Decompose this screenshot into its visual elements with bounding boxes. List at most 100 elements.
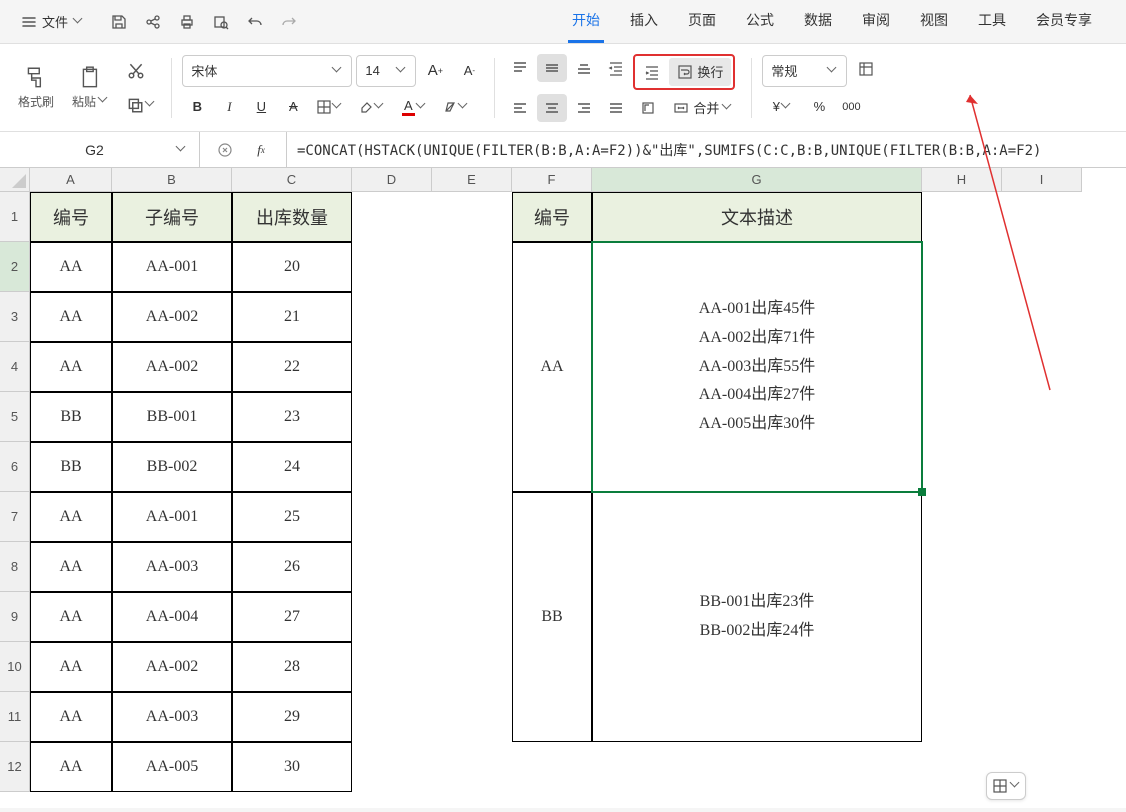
tab-member[interactable]: 会员专享: [1032, 0, 1096, 43]
percent-button[interactable]: %: [804, 93, 834, 121]
row-header-4[interactable]: 4: [0, 342, 30, 392]
cell-G1[interactable]: 文本描述: [592, 192, 922, 242]
merge-cells-button[interactable]: 合并: [665, 94, 741, 122]
orientation-button[interactable]: [633, 94, 663, 122]
cell-C5[interactable]: 23: [232, 392, 352, 442]
cell-A4[interactable]: AA: [30, 342, 112, 392]
copy-button[interactable]: [121, 91, 161, 119]
cell-F2[interactable]: AA: [512, 242, 592, 492]
tab-page[interactable]: 页面: [684, 0, 720, 43]
cell-B8[interactable]: AA-003: [112, 542, 232, 592]
align-bottom-button[interactable]: [569, 54, 599, 82]
row-header-12[interactable]: 12: [0, 742, 30, 792]
strikethrough-button[interactable]: A: [278, 93, 308, 121]
border-button[interactable]: [310, 93, 350, 121]
column-header-G[interactable]: G: [592, 168, 922, 192]
fill-handle[interactable]: [918, 488, 926, 496]
row-header-2[interactable]: 2: [0, 242, 30, 292]
cell-A9[interactable]: AA: [30, 592, 112, 642]
cell-A2[interactable]: AA: [30, 242, 112, 292]
align-middle-button[interactable]: [537, 54, 567, 82]
font-name-select[interactable]: 宋体: [182, 55, 352, 87]
column-header-F[interactable]: F: [512, 168, 592, 192]
cell-A11[interactable]: AA: [30, 692, 112, 742]
cell-B3[interactable]: AA-002: [112, 292, 232, 342]
row-header-9[interactable]: 9: [0, 592, 30, 642]
spreadsheet-grid[interactable]: ABCDEFGHI 123456789101112 编号子编号出库数量AAAA-…: [0, 168, 1126, 808]
cell-A8[interactable]: AA: [30, 542, 112, 592]
cell-B10[interactable]: AA-002: [112, 642, 232, 692]
cell-A1[interactable]: 编号: [30, 192, 112, 242]
cell-B9[interactable]: AA-004: [112, 592, 232, 642]
cell-C8[interactable]: 26: [232, 542, 352, 592]
comma-style-button[interactable]: 000: [836, 93, 866, 121]
column-header-E[interactable]: E: [432, 168, 512, 192]
clear-format-button[interactable]: [436, 93, 476, 121]
align-left-button[interactable]: [505, 94, 535, 122]
tab-start[interactable]: 开始: [568, 0, 604, 43]
column-header-C[interactable]: C: [232, 168, 352, 192]
cell-B1[interactable]: 子编号: [112, 192, 232, 242]
cell-A6[interactable]: BB: [30, 442, 112, 492]
cell-F7[interactable]: BB: [512, 492, 592, 742]
row-header-3[interactable]: 3: [0, 292, 30, 342]
cell-C9[interactable]: 27: [232, 592, 352, 642]
cell-A12[interactable]: AA: [30, 742, 112, 792]
currency-button[interactable]: ¥: [762, 93, 802, 121]
align-right-button[interactable]: [569, 94, 599, 122]
cell-A5[interactable]: BB: [30, 392, 112, 442]
cell-C11[interactable]: 29: [232, 692, 352, 742]
cell-C10[interactable]: 28: [232, 642, 352, 692]
cell-B12[interactable]: AA-005: [112, 742, 232, 792]
row-header-11[interactable]: 11: [0, 692, 30, 742]
number-format-select[interactable]: 常规: [762, 55, 847, 87]
underline-button[interactable]: U: [246, 93, 276, 121]
select-all-corner[interactable]: [0, 168, 30, 192]
cell-G2[interactable]: AA-001出库45件AA-002出库71件AA-003出库55件AA-004出…: [592, 242, 922, 492]
cell-B2[interactable]: AA-001: [112, 242, 232, 292]
italic-button[interactable]: I: [214, 93, 244, 121]
row-header-5[interactable]: 5: [0, 392, 30, 442]
column-header-B[interactable]: B: [112, 168, 232, 192]
cell-C4[interactable]: 22: [232, 342, 352, 392]
align-center-button[interactable]: [537, 94, 567, 122]
align-top-button[interactable]: [505, 54, 535, 82]
tab-review[interactable]: 审阅: [858, 0, 894, 43]
cell-A10[interactable]: AA: [30, 642, 112, 692]
insert-function-button[interactable]: fx: [246, 136, 276, 164]
align-justify-button[interactable]: [601, 94, 631, 122]
cell-C2[interactable]: 20: [232, 242, 352, 292]
row-header-10[interactable]: 10: [0, 642, 30, 692]
row-header-7[interactable]: 7: [0, 492, 30, 542]
cell-G7[interactable]: BB-001出库23件BB-002出库24件: [592, 492, 922, 742]
file-menu[interactable]: 文件: [10, 8, 96, 35]
cell-B5[interactable]: BB-001: [112, 392, 232, 442]
row-header-6[interactable]: 6: [0, 442, 30, 492]
cell-C6[interactable]: 24: [232, 442, 352, 492]
row-header-1[interactable]: 1: [0, 192, 30, 242]
cell-style-button[interactable]: [851, 55, 881, 83]
font-color-button[interactable]: A: [394, 93, 434, 121]
tab-view[interactable]: 视图: [916, 0, 952, 43]
increase-indent-button[interactable]: [637, 58, 667, 86]
cell-C3[interactable]: 21: [232, 292, 352, 342]
bold-button[interactable]: B: [182, 93, 212, 121]
decrease-indent-button[interactable]: [601, 54, 631, 82]
cell-B6[interactable]: BB-002: [112, 442, 232, 492]
font-size-select[interactable]: 14: [356, 55, 416, 87]
column-header-I[interactable]: I: [1002, 168, 1082, 192]
cell-C7[interactable]: 25: [232, 492, 352, 542]
save-button[interactable]: [104, 7, 134, 37]
format-painter-group[interactable]: 格式刷: [12, 61, 60, 114]
cell-A7[interactable]: AA: [30, 492, 112, 542]
cell-C1[interactable]: 出库数量: [232, 192, 352, 242]
cut-button[interactable]: [121, 57, 151, 85]
tab-data[interactable]: 数据: [800, 0, 836, 43]
tab-formula[interactable]: 公式: [742, 0, 778, 43]
print-button[interactable]: [172, 7, 202, 37]
tab-tools[interactable]: 工具: [974, 0, 1010, 43]
cell-C12[interactable]: 30: [232, 742, 352, 792]
quick-analysis-button[interactable]: [986, 772, 1026, 800]
decrease-font-button[interactable]: A-: [454, 57, 484, 85]
paste-group[interactable]: 粘贴: [66, 61, 115, 114]
